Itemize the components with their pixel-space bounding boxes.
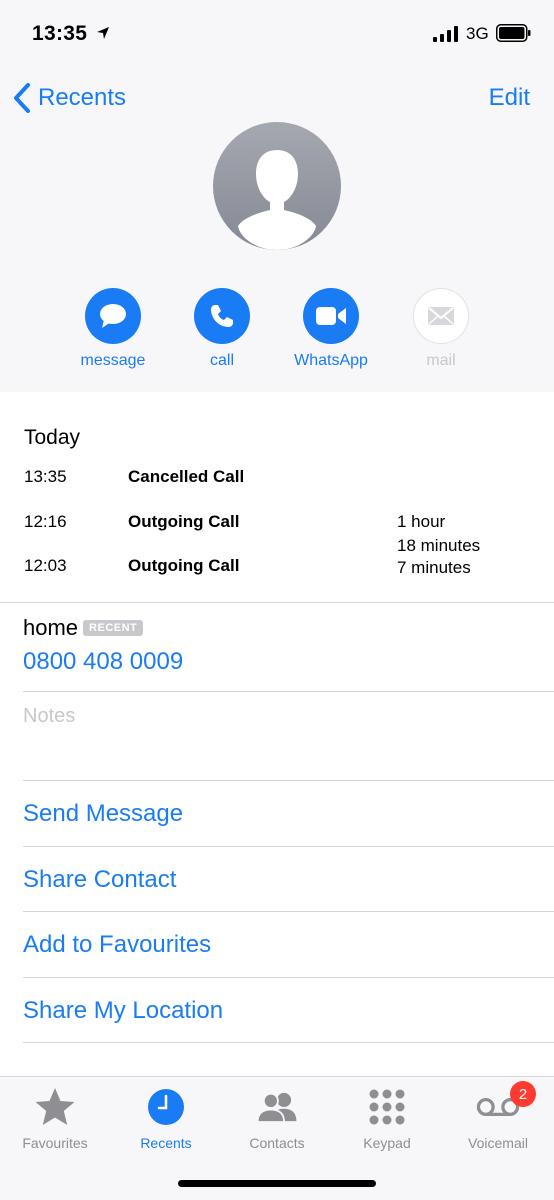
star-icon: [35, 1088, 75, 1125]
row-divider: [23, 977, 554, 978]
voicemail-badge: 2: [510, 1081, 536, 1107]
call-duration: 1 hour 18 minutes: [397, 510, 517, 558]
status-time: 13:35: [32, 22, 88, 45]
mail-action-label: mail: [426, 352, 456, 369]
send-message-button[interactable]: Send Message: [23, 800, 183, 828]
tab-keypad[interactable]: Keypad: [332, 1085, 442, 1151]
mail-action-button[interactable]: mail: [386, 288, 496, 370]
share-contact-button[interactable]: Share Contact: [23, 866, 176, 894]
row-divider: [23, 691, 554, 692]
notes-field[interactable]: Notes: [23, 705, 75, 728]
phone-number-link[interactable]: 0800 408 0009: [23, 648, 183, 676]
phone-label: home RECENT: [23, 615, 144, 641]
person-silhouette-icon: [213, 122, 341, 250]
back-label: Recents: [38, 84, 127, 111]
call-time: 13:35: [24, 467, 67, 486]
section-divider: [0, 602, 554, 603]
recent-badge: RECENT: [83, 620, 144, 636]
clock-icon: [148, 1089, 184, 1125]
call-action-button[interactable]: call: [167, 288, 277, 370]
message-action-button[interactable]: message: [58, 288, 168, 370]
message-action-label: message: [80, 352, 146, 369]
avatar: [213, 122, 341, 250]
row-divider: [23, 911, 554, 912]
add-to-favourites-button[interactable]: Add to Favourites: [23, 931, 211, 959]
call-time: 12:03: [24, 556, 67, 575]
call-duration-line2: 18 minutes: [397, 536, 481, 555]
row-divider: [23, 1042, 554, 1043]
envelope-icon: [428, 307, 454, 325]
whatsapp-action-button[interactable]: WhatsApp: [276, 288, 386, 370]
contacts-icon: [256, 1092, 297, 1123]
edit-button[interactable]: Edit: [489, 84, 530, 112]
call-type: Outgoing Call: [128, 556, 240, 575]
back-button[interactable]: Recents: [12, 80, 126, 116]
tab-favourites[interactable]: Favourites: [0, 1085, 110, 1151]
network-type: 3G: [466, 24, 489, 43]
message-bubble-icon: [100, 304, 126, 328]
tab-label: Contacts: [249, 1135, 305, 1151]
row-divider: [23, 780, 554, 781]
call-duration: 7 minutes: [397, 558, 471, 577]
phone-label-text: home: [23, 615, 79, 640]
phone-icon: [211, 305, 233, 327]
tab-recents[interactable]: Recents: [111, 1085, 221, 1151]
call-history-title: Today: [24, 426, 81, 449]
row-divider: [23, 846, 554, 847]
tab-label: Recents: [140, 1135, 192, 1151]
call-duration-line1: 1 hour: [397, 512, 446, 531]
tab-contacts[interactable]: Contacts: [222, 1085, 332, 1151]
message-action-circle: [85, 288, 141, 344]
video-camera-icon: [316, 307, 346, 325]
tab-label: Favourites: [22, 1135, 88, 1151]
tab-voicemail[interactable]: 2 Voicemail: [443, 1081, 553, 1151]
whatsapp-action-label: WhatsApp: [294, 352, 368, 369]
location-arrow-icon: [97, 27, 109, 39]
whatsapp-action-circle: [303, 288, 359, 344]
mail-action-circle: [413, 288, 469, 344]
call-type: Cancelled Call: [128, 467, 245, 486]
call-time: 12:16: [24, 512, 67, 531]
call-action-label: call: [209, 352, 234, 369]
status-bar: 13:35 3G: [0, 0, 554, 70]
battery-icon: [496, 24, 531, 42]
signal-icon: [433, 26, 458, 42]
home-indicator[interactable]: [178, 1180, 376, 1187]
tab-label: Keypad: [363, 1135, 411, 1151]
keypad-icon: [369, 1089, 405, 1125]
tab-label: Voicemail: [468, 1135, 528, 1151]
chevron-left-icon: [14, 83, 30, 113]
call-action-circle: [194, 288, 250, 344]
share-my-location-button[interactable]: Share My Location: [23, 997, 223, 1025]
call-type: Outgoing Call: [128, 512, 240, 531]
